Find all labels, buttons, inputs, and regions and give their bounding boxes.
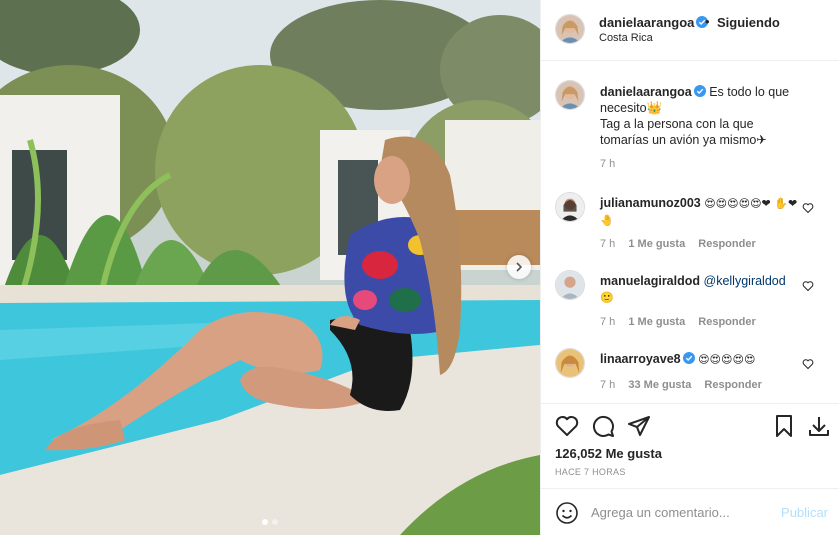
comment-avatar[interactable] xyxy=(555,192,585,222)
publish-comment-button[interactable]: Publicar xyxy=(781,505,828,520)
like-heart-icon[interactable] xyxy=(555,414,579,438)
download-icon[interactable] xyxy=(807,414,831,438)
caption-username[interactable]: danielaarangoa xyxy=(600,85,692,99)
caption-meta: 7 h xyxy=(600,158,625,170)
post-header: danielaarangoa • Siguiendo Costa Rica xyxy=(541,0,839,61)
save-bookmark-icon[interactable] xyxy=(772,414,796,438)
following-button[interactable]: Siguiendo xyxy=(717,15,780,30)
comment-bubble-icon[interactable] xyxy=(591,414,615,438)
comment-body: 🙂 xyxy=(600,291,614,304)
comment-likes[interactable]: 1 Me gusta xyxy=(628,316,685,328)
comment-time[interactable]: 7 h xyxy=(600,316,615,328)
comment-username[interactable]: julianamunoz003 xyxy=(600,196,701,210)
like-comment-heart-icon[interactable] xyxy=(802,202,814,214)
author-username[interactable]: danielaarangoa xyxy=(599,15,709,30)
header-separator: • xyxy=(705,14,710,29)
comment-username[interactable]: manuelagiraldod xyxy=(600,274,700,288)
like-comment-heart-icon[interactable] xyxy=(802,358,814,370)
photo-of-woman-by-pool xyxy=(0,0,540,535)
carousel-dot xyxy=(272,519,278,525)
caption-time[interactable]: 7 h xyxy=(600,158,615,170)
comment-text: linaarroyave8 😍😍😍😍😍 xyxy=(600,351,800,368)
reply-button[interactable]: Responder xyxy=(698,238,755,250)
reply-button[interactable]: Responder xyxy=(698,316,755,328)
post-photo[interactable] xyxy=(0,0,540,535)
post-side-panel: danielaarangoa • Siguiendo Costa Rica da… xyxy=(540,0,839,535)
comment-likes[interactable]: 33 Me gusta xyxy=(628,379,691,391)
comment-meta: 7 h 1 Me gusta Responder xyxy=(600,316,766,328)
verified-badge-icon xyxy=(693,85,706,97)
caption-avatar[interactable] xyxy=(555,80,585,110)
post-timestamp[interactable]: HACE 7 HORAS xyxy=(555,467,626,477)
post-location[interactable]: Costa Rica xyxy=(599,32,653,44)
author-avatar[interactable] xyxy=(555,14,585,44)
comment-time[interactable]: 7 h xyxy=(600,379,615,391)
caption-text: danielaarangoa Es todo lo que necesito👑 … xyxy=(600,84,800,148)
comment-meta: 7 h 33 Me gusta Responder xyxy=(600,379,772,391)
comment-meta: 7 h 1 Me gusta Responder xyxy=(600,238,766,250)
comment-text: julianamunoz003 😍😍😍😍😍❤ ✋❤🤚 xyxy=(600,195,800,229)
reply-button[interactable]: Responder xyxy=(704,379,761,391)
verified-badge-icon xyxy=(682,352,695,364)
like-comment-heart-icon[interactable] xyxy=(802,280,814,292)
comment-body: 😍😍😍😍😍 xyxy=(698,353,756,366)
comments-list[interactable]: danielaarangoa Es todo lo que necesito👑 … xyxy=(541,62,839,402)
share-paper-plane-icon[interactable] xyxy=(627,414,651,438)
next-photo-button[interactable] xyxy=(507,255,531,279)
post-actions: 126,052 Me gusta HACE 7 HORAS xyxy=(541,403,839,487)
carousel-indicator xyxy=(0,519,540,525)
comment-time[interactable]: 7 h xyxy=(600,238,615,250)
likes-count[interactable]: 126,052 Me gusta xyxy=(555,446,662,461)
comment-mention[interactable]: @kellygiraldod xyxy=(704,274,786,288)
instagram-post: danielaarangoa • Siguiendo Costa Rica da… xyxy=(0,0,839,535)
comment-likes[interactable]: 1 Me gusta xyxy=(628,238,685,250)
comment-avatar[interactable] xyxy=(555,270,585,300)
comment-username[interactable]: linaarroyave8 xyxy=(600,352,681,366)
comment-text: manuelagiraldod @kellygiraldod 🙂 xyxy=(600,273,800,306)
comment-input[interactable] xyxy=(591,502,771,522)
comment-avatar[interactable] xyxy=(555,348,585,378)
carousel-dot-active xyxy=(262,519,268,525)
chevron-right-icon xyxy=(516,262,523,272)
emoji-smiley-icon[interactable] xyxy=(555,501,579,525)
add-comment-bar: Publicar xyxy=(541,488,839,535)
caption-line2: Tag a la persona con la que tomarías un … xyxy=(600,117,767,147)
